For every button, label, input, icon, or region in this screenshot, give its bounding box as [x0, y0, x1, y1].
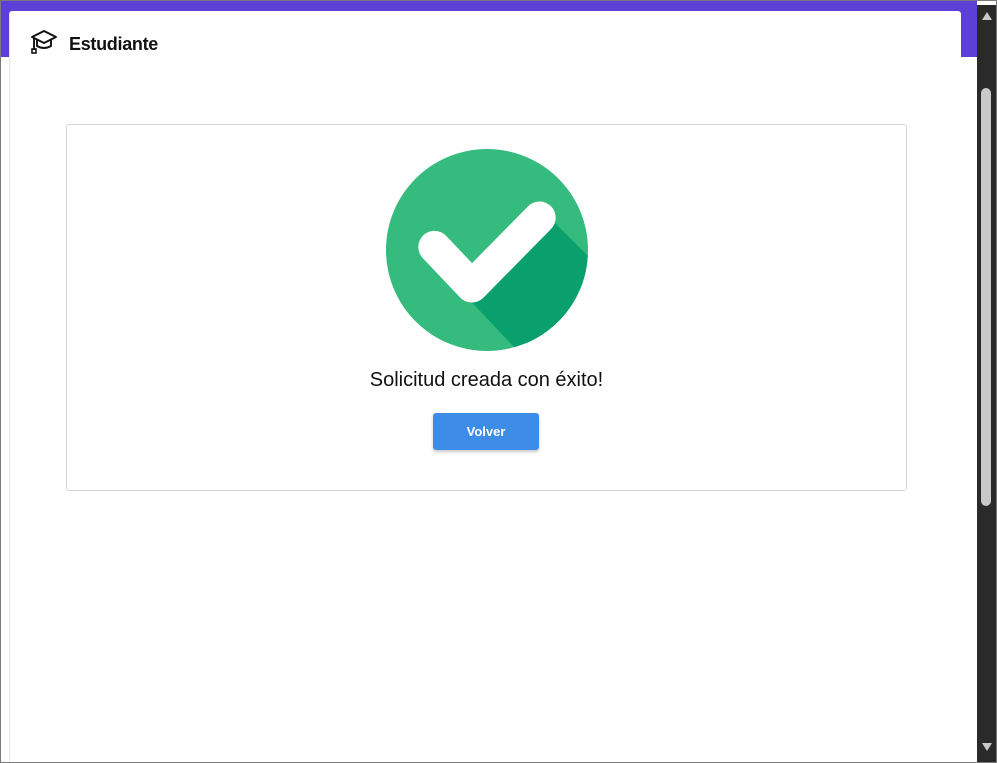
app-header: Estudiante	[10, 11, 962, 75]
graduation-cap-icon	[31, 30, 57, 54]
chevron-up-icon	[982, 12, 992, 20]
success-card: Solicitud creada con éxito! Volver	[66, 124, 907, 491]
scroll-down-button[interactable]	[977, 740, 996, 754]
app-window: Estudiante Solicitud creada con éxito! V…	[0, 0, 997, 763]
success-check-icon	[386, 149, 588, 351]
vertical-scrollbar[interactable]	[977, 5, 996, 762]
back-button[interactable]: Volver	[433, 413, 539, 450]
success-message: Solicitud creada con éxito!	[369, 369, 604, 391]
app-surface: Estudiante Solicitud creada con éxito! V…	[9, 11, 962, 762]
scroll-thumb[interactable]	[981, 88, 991, 506]
scroll-up-button[interactable]	[977, 9, 996, 23]
header-title: Estudiante	[69, 34, 159, 54]
chevron-down-icon	[982, 743, 992, 751]
